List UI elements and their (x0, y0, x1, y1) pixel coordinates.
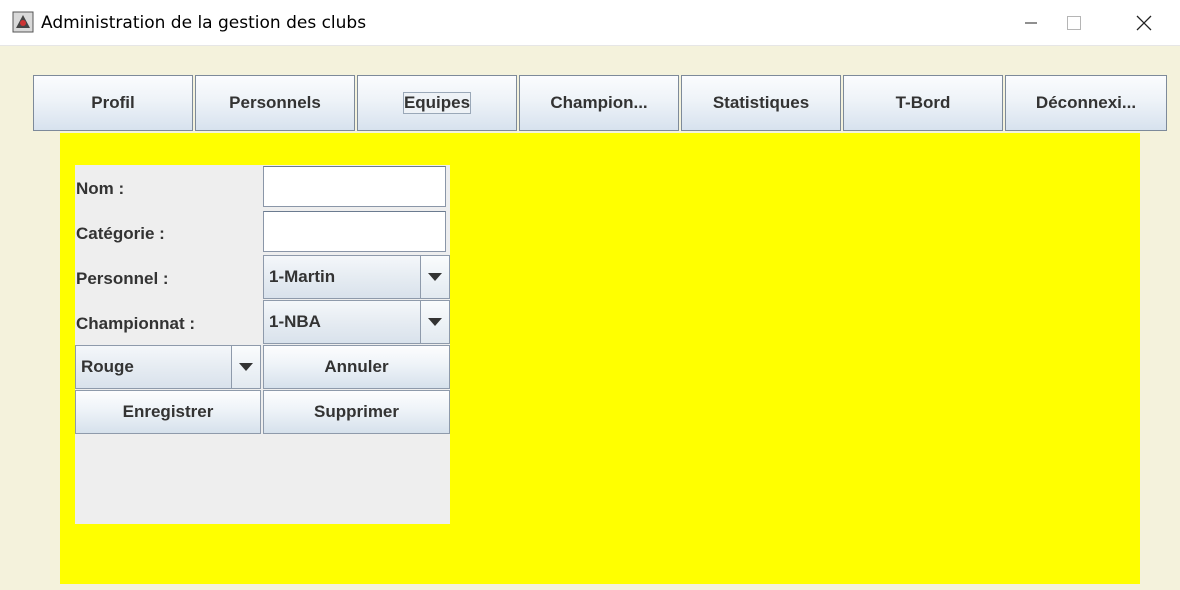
tab-label: Profil (91, 93, 135, 112)
tab-tableau-de-bord[interactable]: T-Bord (843, 75, 1003, 131)
championship-label: Championnat : (76, 314, 195, 333)
tab-personnels[interactable]: Personnels (195, 75, 355, 131)
tab-profil[interactable]: Profil (33, 75, 193, 131)
name-field[interactable] (263, 166, 446, 207)
championship-select[interactable]: 1-NBA (263, 300, 450, 344)
cancel-button[interactable]: Annuler (263, 345, 450, 389)
chevron-down-icon[interactable] (231, 346, 260, 388)
close-button[interactable] (1121, 0, 1167, 45)
close-icon (1136, 15, 1152, 30)
window-title: Administration de la gestion des clubs (41, 13, 367, 33)
name-label: Nom : (76, 179, 125, 198)
team-form: Nom : Catégorie : Personnel : 1-Martin C… (75, 165, 450, 524)
personnel-select[interactable]: 1-Martin (263, 255, 450, 299)
tab-deconnexion[interactable]: Déconnexi... (1005, 75, 1167, 131)
tab-statistiques[interactable]: Statistiques (681, 75, 841, 131)
tab-label: Champion... (550, 93, 648, 112)
personnel-label: Personnel : (76, 269, 169, 288)
maximize-button[interactable] (1051, 0, 1097, 45)
tab-championnats[interactable]: Champion... (519, 75, 679, 131)
minimize-button[interactable] (1008, 0, 1054, 45)
personnel-select-value: 1-Martin (269, 267, 336, 286)
color-select-value: Rouge (81, 357, 134, 376)
category-field[interactable] (263, 211, 446, 252)
java-app-icon (12, 11, 34, 33)
color-select[interactable]: Rouge (75, 345, 261, 389)
tab-equipes[interactable]: Equipes (357, 75, 517, 131)
championship-select-value: 1-NBA (269, 312, 321, 331)
chevron-down-icon[interactable] (420, 256, 449, 298)
chevron-down-icon[interactable] (420, 301, 449, 343)
maximize-icon (1067, 15, 1081, 30)
delete-button[interactable]: Supprimer (263, 390, 450, 434)
tab-label: Personnels (229, 93, 321, 112)
tab-label: Equipes (402, 92, 472, 114)
tab-label: Statistiques (712, 93, 810, 112)
category-label: Catégorie : (76, 224, 165, 243)
tab-label: Déconnexi... (1035, 93, 1137, 112)
save-button[interactable]: Enregistrer (75, 390, 261, 434)
minimize-icon (1025, 22, 1037, 23)
title-bar: Administration de la gestion des clubs (0, 0, 1180, 46)
tab-label: T-Bord (895, 93, 951, 112)
